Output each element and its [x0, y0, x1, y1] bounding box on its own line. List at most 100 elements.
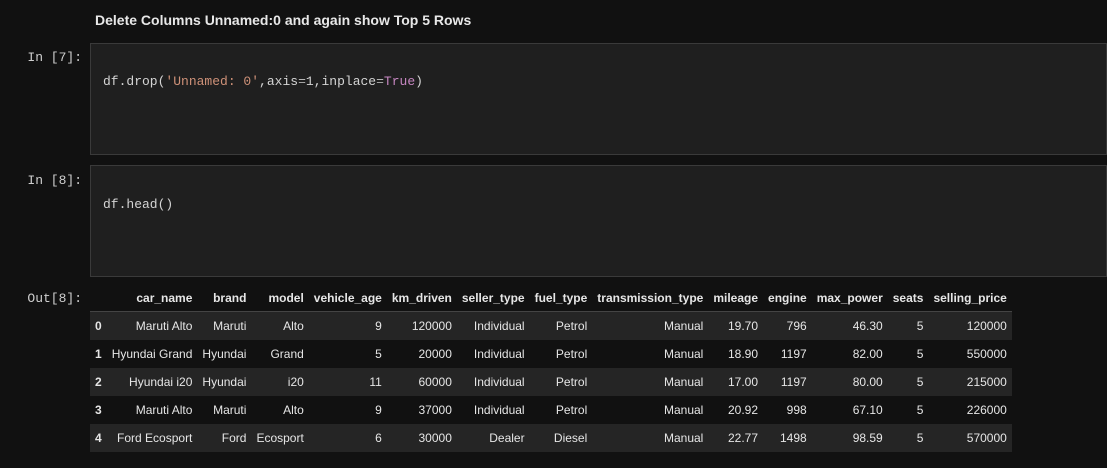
table-cell: 98.59	[852, 431, 883, 445]
table-cell: 80.00	[852, 375, 883, 389]
code-token: )	[415, 74, 423, 89]
table-cell: 5	[916, 347, 924, 361]
table-cell: Ecosport	[256, 431, 304, 445]
code-token: df.drop(	[103, 74, 166, 89]
row-index: 1	[95, 347, 102, 361]
table-cell: 5	[916, 319, 924, 333]
code-number-token: 1	[305, 74, 314, 89]
column-header: selling_price	[928, 285, 1012, 312]
table-cell: Hyundai i20	[129, 375, 193, 389]
table-cell: 18.90	[728, 347, 759, 361]
table-cell: Ford	[221, 431, 247, 445]
table-cell: Individual	[473, 375, 525, 389]
row-index: 3	[95, 403, 102, 417]
table-cell: i20	[287, 375, 304, 389]
table-cell: 20000	[418, 347, 452, 361]
table-cell: 1197	[780, 347, 807, 361]
table-cell: 5	[375, 347, 382, 361]
table-cell: 30000	[418, 431, 452, 445]
table-cell: 11	[369, 375, 382, 389]
table-cell: Petrol	[555, 347, 588, 361]
table-cell: Maruti Alto	[135, 319, 193, 333]
table-cell: 82.00	[852, 347, 883, 361]
table-cell: 5	[916, 375, 924, 389]
table-cell: Petrol	[555, 403, 588, 417]
table-cell: Manual	[663, 319, 704, 333]
row-index: 0	[95, 319, 102, 333]
table-row: 3 Maruti Alto Maruti Alto 9 37000 Individual Pe…	[90, 396, 1012, 424]
table-cell: 215000	[966, 375, 1007, 389]
table-row: 2 Hyundai i20 Hyundai i20 11 60000 Individual P…	[90, 368, 1012, 396]
table-cell: 17.00	[728, 375, 759, 389]
column-header: seller_type	[456, 285, 530, 312]
table-cell: 120000	[966, 319, 1007, 333]
table-row: 1 Hyundai Grand Hyundai Grand 5 20000 Individu…	[90, 340, 1012, 368]
code-operator-token: =	[298, 74, 306, 89]
table-cell: Diesel	[553, 431, 588, 445]
table-cell: Individual	[473, 347, 525, 361]
table-header-row: car_name brand model vehicle_age km_driven se…	[90, 285, 1012, 312]
table-cell: Ford Ecosport	[117, 431, 193, 445]
table-cell: Hyundai	[202, 375, 247, 389]
column-header: transmission_type	[592, 285, 709, 312]
cell-8-prompt: In [8]:	[27, 173, 82, 188]
code-line[interactable]: df.drop('Unnamed: 0',axis=1,inplace=True…	[103, 74, 423, 89]
table-cell: 22.77	[728, 431, 759, 445]
column-header: engine	[763, 285, 812, 312]
table-cell: 6	[375, 431, 382, 445]
row-index: 4	[95, 431, 102, 445]
column-header: model	[251, 285, 309, 312]
table-cell: 5	[916, 403, 924, 417]
table-cell: 120000	[411, 319, 452, 333]
code-token: ,inplace	[313, 74, 377, 89]
table-cell: Dealer	[489, 431, 525, 445]
code-cell-8[interactable]: df.head()	[90, 165, 1107, 277]
table-cell: Alto	[283, 403, 304, 417]
code-token: ,axis	[259, 74, 299, 89]
column-header: seats	[887, 285, 929, 312]
table-cell: 1498	[780, 431, 807, 445]
table-cell: Manual	[663, 403, 704, 417]
table-cell: Grand	[270, 347, 304, 361]
table-row: 0 Maruti Alto Maruti Alto 9 120000 Individual P…	[90, 311, 1012, 340]
table-cell: 1197	[780, 375, 807, 389]
code-cell-7[interactable]: df.drop('Unnamed: 0',axis=1,inplace=True…	[90, 43, 1107, 155]
column-header: vehicle_age	[308, 285, 387, 312]
column-header: brand	[197, 285, 252, 312]
table-cell: 5	[916, 431, 924, 445]
table-cell: Alto	[283, 319, 304, 333]
table-cell: 226000	[966, 403, 1007, 417]
table-cell: Manual	[663, 375, 704, 389]
table-cell: 9	[375, 403, 382, 417]
table-cell: Hyundai Grand	[111, 347, 193, 361]
code-operator-token: =	[376, 74, 384, 89]
table-cell: 37000	[418, 403, 452, 417]
table-row: 4 Ford Ecosport Ford Ecosport 6 30000 Dealer Di…	[90, 424, 1012, 452]
table-cell: Maruti	[213, 319, 247, 333]
markdown-heading: Delete Columns Unnamed:0 and again show …	[95, 12, 472, 28]
table-cell: 46.30	[852, 319, 883, 333]
table-cell: 796	[786, 319, 807, 333]
dataframe-output-table: car_name brand model vehicle_age km_driven se…	[90, 285, 1012, 452]
table-cell: 9	[375, 319, 382, 333]
table-cell: Hyundai	[202, 347, 247, 361]
table-cell: Maruti Alto	[135, 403, 193, 417]
column-header: max_power	[811, 285, 888, 312]
table-cell: Petrol	[555, 319, 588, 333]
row-index: 2	[95, 375, 102, 389]
code-string-token: 'Unnamed: 0'	[165, 74, 260, 89]
table-cell: Individual	[473, 319, 525, 333]
table-cell: Maruti	[213, 403, 247, 417]
table-cell: 570000	[966, 431, 1007, 445]
table-cell: 60000	[418, 375, 452, 389]
table-cell: Manual	[663, 431, 704, 445]
table-cell: Petrol	[555, 375, 588, 389]
table-cell: 550000	[966, 347, 1007, 361]
column-header: car_name	[106, 285, 198, 312]
code-line[interactable]: df.head()	[103, 197, 173, 212]
table-cell: 19.70	[728, 319, 759, 333]
column-header: mileage	[708, 285, 764, 312]
cell-7-prompt: In [7]:	[27, 50, 82, 65]
table-cell: Manual	[663, 347, 704, 361]
column-header: fuel_type	[529, 285, 593, 312]
